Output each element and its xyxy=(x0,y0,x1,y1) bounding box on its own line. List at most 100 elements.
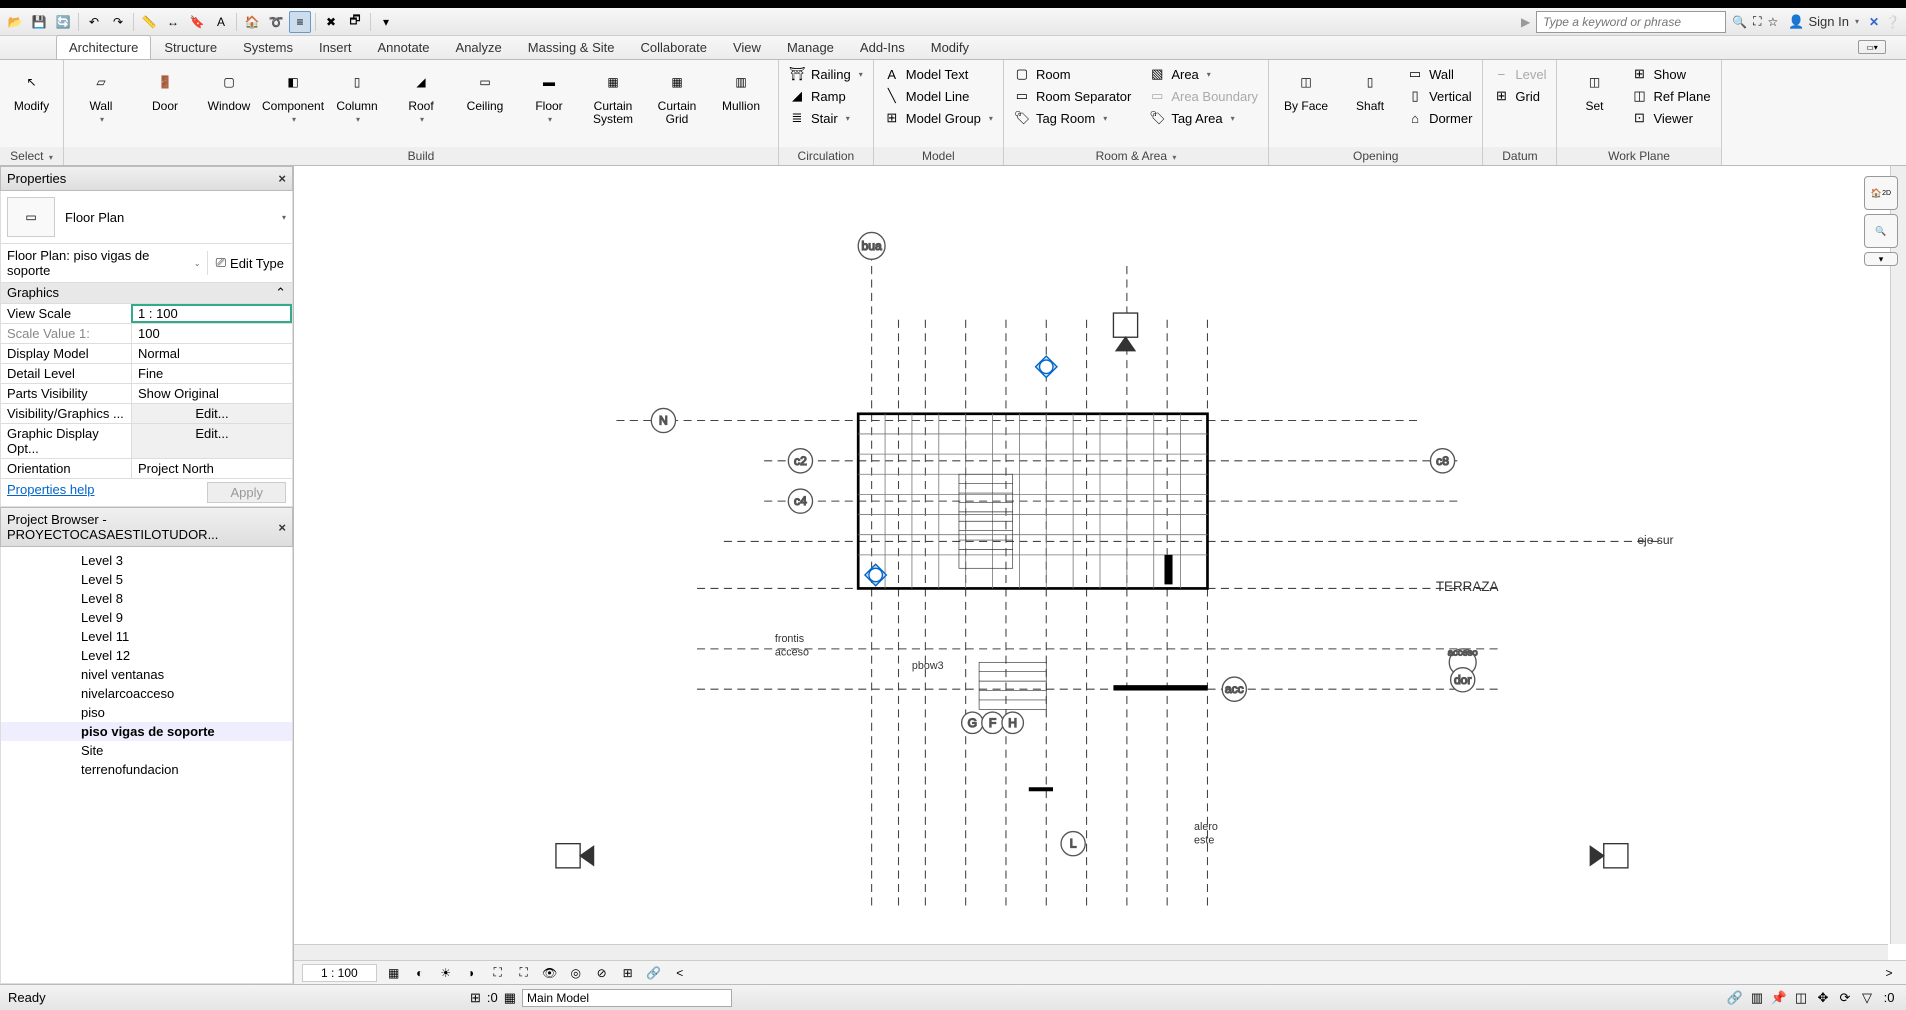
tab-massing[interactable]: Massing & Site xyxy=(515,35,628,59)
tab-annotate[interactable]: Annotate xyxy=(364,35,442,59)
modelgroup-button[interactable]: ⊞Model Group▾ xyxy=(880,108,997,128)
instance-combo[interactable]: Floor Plan: piso vigas de soporte⌄ xyxy=(1,244,207,282)
tab-modify[interactable]: Modify xyxy=(918,35,982,59)
mullion-button[interactable]: ▥Mullion xyxy=(710,64,772,115)
edit-type-button[interactable]: ⎚Edit Type xyxy=(207,251,292,275)
browser-item[interactable]: Level 11 xyxy=(1,627,292,646)
ceiling-button[interactable]: ▭Ceiling xyxy=(454,64,516,115)
wall-button[interactable]: ▱Wall▾ xyxy=(70,64,132,126)
detail-level-icon[interactable]: ▦ xyxy=(385,965,403,981)
panel-roomarea-title[interactable]: Room & Area ▾ xyxy=(1004,147,1268,165)
window-button[interactable]: ▢Window xyxy=(198,64,260,115)
filter-icon[interactable]: ▽ xyxy=(1858,989,1876,1007)
tab-manage[interactable]: Manage xyxy=(774,35,847,59)
curtaingrid-button[interactable]: ▦Curtain Grid xyxy=(646,64,708,128)
modeltext-button[interactable]: AModel Text xyxy=(880,64,997,84)
browser-item[interactable]: nivelarcoacceso xyxy=(1,684,292,703)
tagroom-button[interactable]: 🏷Tag Room▾ xyxy=(1010,108,1135,128)
shaft-button[interactable]: ▯Shaft xyxy=(1339,64,1401,115)
property-row[interactable]: View Scale1 : 100 xyxy=(0,304,293,324)
type-selector[interactable]: ▭ Floor Plan▾ xyxy=(0,191,293,244)
temp-hide-icon[interactable]: ◎ xyxy=(567,965,585,981)
back-icon[interactable]: < xyxy=(671,965,689,981)
ribbon-toggle[interactable]: ▭▾ xyxy=(1858,40,1886,54)
close-hidden-icon[interactable]: ✖ xyxy=(320,11,342,33)
crop-visible-icon[interactable]: ⛶ xyxy=(515,965,533,981)
tab-structure[interactable]: Structure xyxy=(151,35,230,59)
constraints-icon[interactable]: 🔗 xyxy=(645,965,663,981)
property-value[interactable]: Normal xyxy=(131,344,292,363)
thinlines-icon[interactable]: ≡ xyxy=(289,11,311,33)
column-button[interactable]: ▯Column▾ xyxy=(326,64,388,126)
analytical-icon[interactable]: ⊞ xyxy=(619,965,637,981)
property-row[interactable]: Graphic Display Opt...Edit... xyxy=(0,424,293,459)
property-row[interactable]: Display ModelNormal xyxy=(0,344,293,364)
tab-systems[interactable]: Systems xyxy=(230,35,306,59)
property-row[interactable]: Scale Value 1:100 xyxy=(0,324,293,344)
shadows-icon[interactable]: ◗ xyxy=(463,965,481,981)
signin-button[interactable]: 👤 Sign In ▾ xyxy=(1784,14,1863,30)
search-go-icon[interactable]: ▶ xyxy=(1521,15,1530,29)
floor-button[interactable]: ▬Floor▾ xyxy=(518,64,580,126)
graphics-group-header[interactable]: Graphics⌃ xyxy=(0,283,293,304)
vertical-button[interactable]: ▯Vertical xyxy=(1403,86,1476,106)
tab-addins[interactable]: Add-Ins xyxy=(847,35,918,59)
railing-button[interactable]: ⛩Railing▾ xyxy=(785,64,867,84)
measure-icon[interactable]: 📏 xyxy=(138,11,160,33)
edit-button[interactable]: Edit... xyxy=(131,404,292,423)
browser-item[interactable]: Level 5 xyxy=(1,570,292,589)
reveal-icon[interactable]: ⊘ xyxy=(593,965,611,981)
byface-button[interactable]: ◫By Face xyxy=(1275,64,1337,115)
property-row[interactable]: OrientationProject North xyxy=(0,459,293,479)
browser-item[interactable]: terrenofundacion xyxy=(1,760,292,779)
properties-header[interactable]: Properties × xyxy=(0,166,293,191)
3d-icon[interactable]: 🏠 xyxy=(241,11,263,33)
nav-more-icon[interactable]: ▾ xyxy=(1864,252,1898,266)
project-browser-tree[interactable]: Level 3Level 5Level 8Level 9Level 11Leve… xyxy=(0,547,293,984)
favorite-icon[interactable]: ☆ xyxy=(1768,15,1779,29)
drawing-canvas[interactable]: bua N c2 c4 c8 acc acceso dor G F H L xyxy=(294,166,1906,984)
select-face-icon[interactable]: ◫ xyxy=(1792,989,1810,1007)
viewcube-icon[interactable]: 🏠2D xyxy=(1864,176,1898,210)
open-icon[interactable]: 📂 xyxy=(4,11,26,33)
ramp-button[interactable]: ◢Ramp xyxy=(785,86,867,106)
property-value[interactable]: 1 : 100 xyxy=(131,304,292,323)
worksets-icon[interactable]: ⊞ xyxy=(470,990,481,1006)
editable-only-icon[interactable]: ▦ xyxy=(504,990,516,1006)
tab-architecture[interactable]: Architecture xyxy=(56,35,151,59)
exchange-icon[interactable]: ✕ xyxy=(1869,15,1879,29)
dormer-button[interactable]: ⌂Dormer xyxy=(1403,108,1476,128)
viewer-button[interactable]: ⊡Viewer xyxy=(1627,108,1714,128)
save-icon[interactable]: 💾 xyxy=(28,11,50,33)
edit-button[interactable]: Edit... xyxy=(131,424,292,458)
sunpath-icon[interactable]: ☀ xyxy=(437,965,455,981)
browser-item[interactable]: Site xyxy=(1,741,292,760)
bg-process-icon[interactable]: ⟳ xyxy=(1836,989,1854,1007)
refplane-button[interactable]: ◫Ref Plane xyxy=(1627,86,1714,106)
stair-button[interactable]: ≣Stair▾ xyxy=(785,108,867,128)
property-row[interactable]: Visibility/Graphics ...Edit... xyxy=(0,404,293,424)
select-underlay-icon[interactable]: ▥ xyxy=(1748,989,1766,1007)
grid-button[interactable]: ⊞Grid xyxy=(1489,86,1550,106)
section-icon[interactable]: ➰ xyxy=(265,11,287,33)
property-value[interactable]: Project North xyxy=(131,459,292,478)
forward-icon[interactable]: > xyxy=(1880,965,1898,981)
close-icon[interactable]: × xyxy=(278,520,286,535)
select-pinned-icon[interactable]: 📌 xyxy=(1770,989,1788,1007)
modelline-button[interactable]: ╲Model Line xyxy=(880,86,997,106)
browser-item[interactable]: Level 12 xyxy=(1,646,292,665)
browser-item[interactable]: piso vigas de soporte xyxy=(1,722,292,741)
room-button[interactable]: ▢Room xyxy=(1010,64,1135,84)
horizontal-scrollbar[interactable] xyxy=(294,944,1888,960)
tab-analyze[interactable]: Analyze xyxy=(443,35,515,59)
roof-button[interactable]: ◢Roof▾ xyxy=(390,64,452,126)
curtainsystem-button[interactable]: ▦Curtain System xyxy=(582,64,644,128)
set-button[interactable]: ◫Set xyxy=(1563,64,1625,115)
vertical-scrollbar[interactable] xyxy=(1890,166,1906,944)
redo-icon[interactable]: ↷ xyxy=(107,11,129,33)
browser-item[interactable]: Level 9 xyxy=(1,608,292,627)
browser-item[interactable]: nivel ventanas xyxy=(1,665,292,684)
text-icon[interactable]: A xyxy=(210,11,232,33)
property-value[interactable]: Fine xyxy=(131,364,292,383)
search-icon[interactable]: 🔍 xyxy=(1732,15,1747,29)
